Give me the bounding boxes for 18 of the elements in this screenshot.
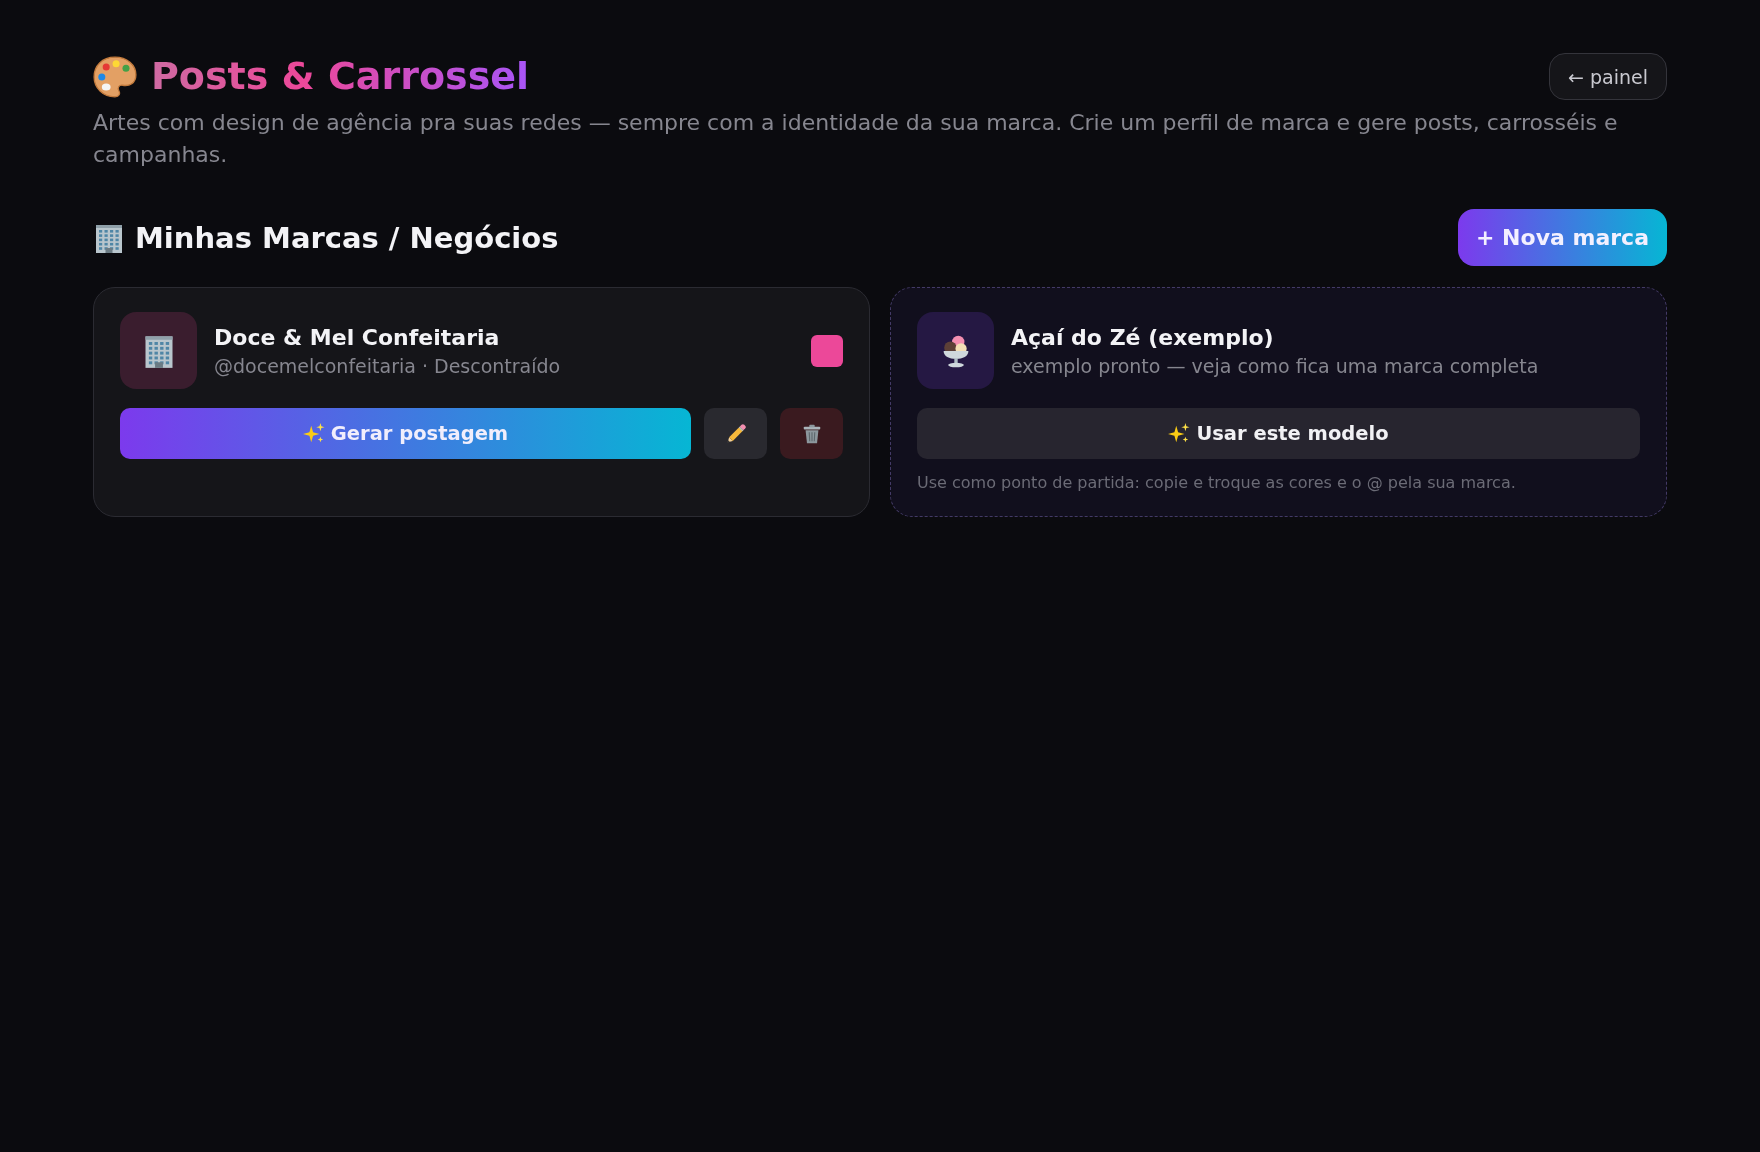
ice-cream-sundae-icon	[917, 312, 994, 389]
palette-icon	[93, 55, 137, 98]
use-template-button[interactable]: Usar este modelo	[917, 408, 1640, 459]
building-icon	[120, 312, 197, 389]
example-name: Açaí do Zé (exemplo)	[1011, 324, 1275, 350]
sparkles-icon	[302, 422, 325, 445]
new-brand-button[interactable]: + Nova marca	[1458, 209, 1667, 266]
brand-name: Doce & Mel Confeitaria	[214, 324, 501, 350]
page-description: Artes com design de agência pra suas redes — sempre com a identidade da sua marca. Crie um perfil de marca e gere posts, carrosséis e campanhas.	[93, 109, 1619, 169]
back-button[interactable]: ← painel	[1549, 53, 1667, 100]
example-note: Use como ponto de partida: copie e troque as cores e o @ pela sua marca.	[917, 473, 1517, 492]
example-description: exemplo pronto — veja como fica uma marca completa	[1011, 354, 1540, 377]
delete-button[interactable]	[780, 408, 843, 459]
section-title: Minhas Marcas / Negócios	[135, 220, 559, 255]
sparkles-icon	[1168, 422, 1191, 445]
brand-handle: @docemelconfeitaria · Descontraído	[214, 354, 562, 377]
edit-button[interactable]	[704, 408, 767, 459]
generate-post-button[interactable]: Gerar postagem	[120, 408, 691, 459]
